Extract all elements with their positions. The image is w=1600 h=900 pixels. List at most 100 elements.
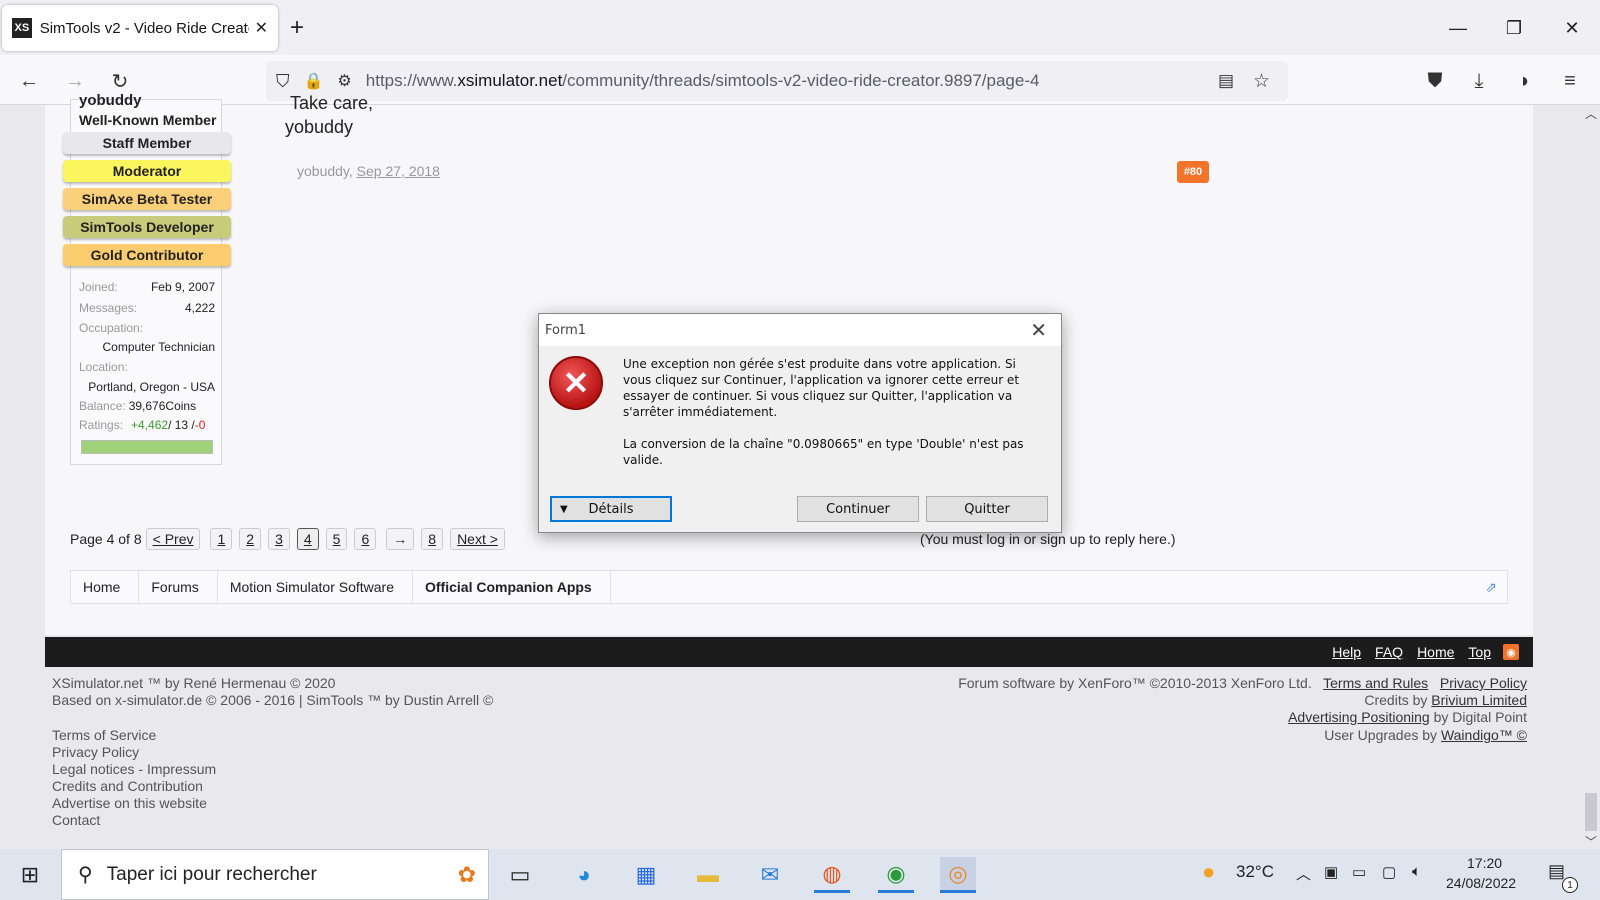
breadcrumb-home[interactable]: Home (71, 570, 140, 604)
page-link-2[interactable]: 2 (239, 528, 262, 550)
waindigo-link[interactable]: Waindigo™ © (1441, 727, 1527, 743)
clock-time[interactable]: 17:20 (1467, 855, 1502, 871)
browser-tab[interactable]: XS SimTools v2 - Video Ride Creator ✕ (2, 5, 278, 51)
footer-top-link[interactable]: Top (1468, 644, 1491, 660)
weather-icon[interactable]: ● (1202, 859, 1215, 885)
footer-credits-link[interactable]: Credits and Contribution (52, 778, 203, 794)
temperature[interactable]: 32°C (1236, 862, 1274, 882)
breadcrumb-software[interactable]: Motion Simulator Software (218, 570, 413, 604)
balance-row: Balance: 39,676Coins (79, 399, 197, 413)
footer-privacy-link[interactable]: Privacy Policy (52, 744, 139, 760)
new-tab-button[interactable]: + (290, 14, 304, 42)
user-banner: SimAxe Beta Tester (63, 188, 231, 210)
tray-overflow-icon[interactable]: ︿ (1296, 863, 1311, 884)
url-bar[interactable]: ⛉ 🔒 ⚙ https://www.xsimulator.net/communi… (266, 61, 1288, 101)
prev-page-link[interactable]: < Prev (145, 528, 201, 550)
extension-icon[interactable]: ◗ (1508, 65, 1542, 97)
footer-contact-link[interactable]: Contact (52, 812, 100, 828)
footer-faq-link[interactable]: FAQ (1375, 644, 1403, 660)
user-banner: SimTools Developer (63, 216, 231, 238)
store-icon[interactable]: ▦ (628, 857, 664, 893)
breadcrumb-companion-apps[interactable]: Official Companion Apps (413, 570, 611, 604)
taskbar-search[interactable]: ⚲ Taper ici pour rechercher ✿ (61, 849, 489, 900)
page-link-3[interactable]: 3 (268, 528, 290, 550)
copyright-line1: XSimulator.net ™ by René Hermenau © 2020 (52, 675, 336, 691)
search-icon: ⚲ (78, 864, 93, 886)
scroll-thumb[interactable] (1585, 793, 1597, 831)
xsim-app-icon[interactable]: ◉ (878, 857, 914, 893)
user-banner: Gold Contributor (63, 244, 231, 266)
expand-icon[interactable]: ⇗ (1485, 579, 1497, 596)
dialog-titlebar[interactable]: Form1 (539, 314, 1061, 346)
advertising-link[interactable]: Advertising Positioning (1288, 709, 1430, 725)
network-icon[interactable]: ▢ (1382, 863, 1396, 881)
dialog-message: Une exception non gérée s'est produite d… (623, 356, 1033, 468)
pocket-icon[interactable]: ⛊ (1418, 65, 1452, 97)
footer-legal-link[interactable]: Legal notices - Impressum (52, 761, 216, 777)
notifications-icon[interactable]: ▤ (1548, 861, 1565, 882)
page-scrollbar[interactable]: ︿ ﹀ (1581, 105, 1600, 849)
dialog-close-icon[interactable]: ✕ (1030, 318, 1047, 343)
footer-terms-link[interactable]: Terms of Service (52, 727, 156, 743)
page-label: Page 4 of 8 (70, 531, 142, 547)
footer-home-link[interactable]: Home (1417, 644, 1454, 660)
scroll-down-arrow[interactable]: ﹀ (1585, 833, 1597, 850)
page-link-5[interactable]: 5 (325, 528, 348, 550)
firefox-icon[interactable]: ◍ (814, 857, 850, 893)
downloads-icon[interactable]: ⤓ (1462, 65, 1496, 97)
occupation-label: Occupation: (79, 321, 144, 335)
error-app-icon[interactable]: ◎ (940, 857, 976, 893)
page-link-current[interactable]: 4 (296, 528, 319, 550)
post-date-link[interactable]: Sep 27, 2018 (357, 163, 440, 179)
terms-rules-link[interactable]: Terms and Rules (1323, 675, 1428, 691)
credits-line: Credits by Brivium Limited (1364, 692, 1527, 708)
restore-button[interactable]: ❐ (1492, 10, 1536, 46)
next-page-link[interactable]: Next > (450, 528, 505, 550)
site-favicon: XS (12, 18, 32, 38)
url-text[interactable]: https://www.xsimulator.net/community/thr… (366, 71, 1040, 91)
page-link-6[interactable]: 6 (354, 528, 377, 550)
post-number-badge[interactable]: #80 (1177, 161, 1209, 183)
search-placeholder: Taper ici pour rechercher (106, 863, 317, 885)
page-link-1[interactable]: 1 (210, 528, 233, 550)
edge-icon[interactable]: ◕ (566, 857, 602, 893)
author-name[interactable]: yobuddy (79, 92, 142, 109)
lock-icon[interactable]: 🔒 (304, 71, 324, 91)
back-icon[interactable]: ← (12, 65, 46, 97)
rss-icon[interactable]: ◉ (1503, 644, 1519, 660)
clock-date[interactable]: 24/08/2022 (1446, 875, 1516, 891)
task-view-icon[interactable]: ▭ (502, 857, 538, 893)
mail-icon[interactable]: ✉ (752, 857, 788, 893)
quit-button[interactable]: Quitter (926, 496, 1048, 522)
bookmark-star-icon[interactable]: ☆ (1253, 70, 1270, 93)
location-value[interactable]: Portland, Oregon - USA (79, 380, 215, 394)
footer-help-link[interactable]: Help (1332, 644, 1361, 660)
meet-icon[interactable]: ▣ (1324, 863, 1338, 881)
close-window-button[interactable]: ✕ (1550, 10, 1594, 46)
footer-advertise-link[interactable]: Advertise on this website (52, 795, 207, 811)
permissions-icon[interactable]: ⚙ (337, 71, 351, 91)
breadcrumb: Home Forums Motion Simulator Software Of… (70, 570, 1508, 604)
page-link-8[interactable]: 8 (421, 528, 444, 550)
details-button[interactable]: ▼ Détails (550, 496, 672, 522)
volume-icon[interactable]: 🔈︎ (1412, 863, 1421, 880)
menu-icon[interactable]: ≡ (1553, 65, 1587, 97)
search-highlight-icon: ✿ (457, 861, 476, 887)
continue-button[interactable]: Continuer (797, 496, 919, 522)
windows-start-icon[interactable]: ⊞ (12, 857, 48, 893)
privacy-policy-link[interactable]: Privacy Policy (1440, 675, 1527, 691)
minimize-button[interactable]: — (1436, 10, 1480, 46)
brivium-link[interactable]: Brivium Limited (1431, 692, 1527, 708)
scroll-up-arrow[interactable]: ︿ (1585, 105, 1597, 122)
post-text-line1: Take care, (290, 93, 374, 113)
tab-close-icon[interactable]: ✕ (255, 18, 268, 38)
file-explorer-icon[interactable]: ▬ (690, 857, 726, 893)
tracking-shield-icon[interactable]: ⛉ (276, 71, 290, 92)
page-jump-arrow[interactable]: → (386, 528, 415, 550)
error-icon: ✕ (549, 356, 603, 410)
battery-icon[interactable]: ▭ (1352, 863, 1366, 881)
reader-view-icon[interactable]: ▤ (1218, 71, 1234, 91)
tab-bar: XS SimTools v2 - Video Ride Creator ✕ + … (0, 0, 1600, 55)
breadcrumb-forums[interactable]: Forums (139, 570, 218, 604)
tab-title: SimTools v2 - Video Ride Creator (39, 19, 249, 37)
